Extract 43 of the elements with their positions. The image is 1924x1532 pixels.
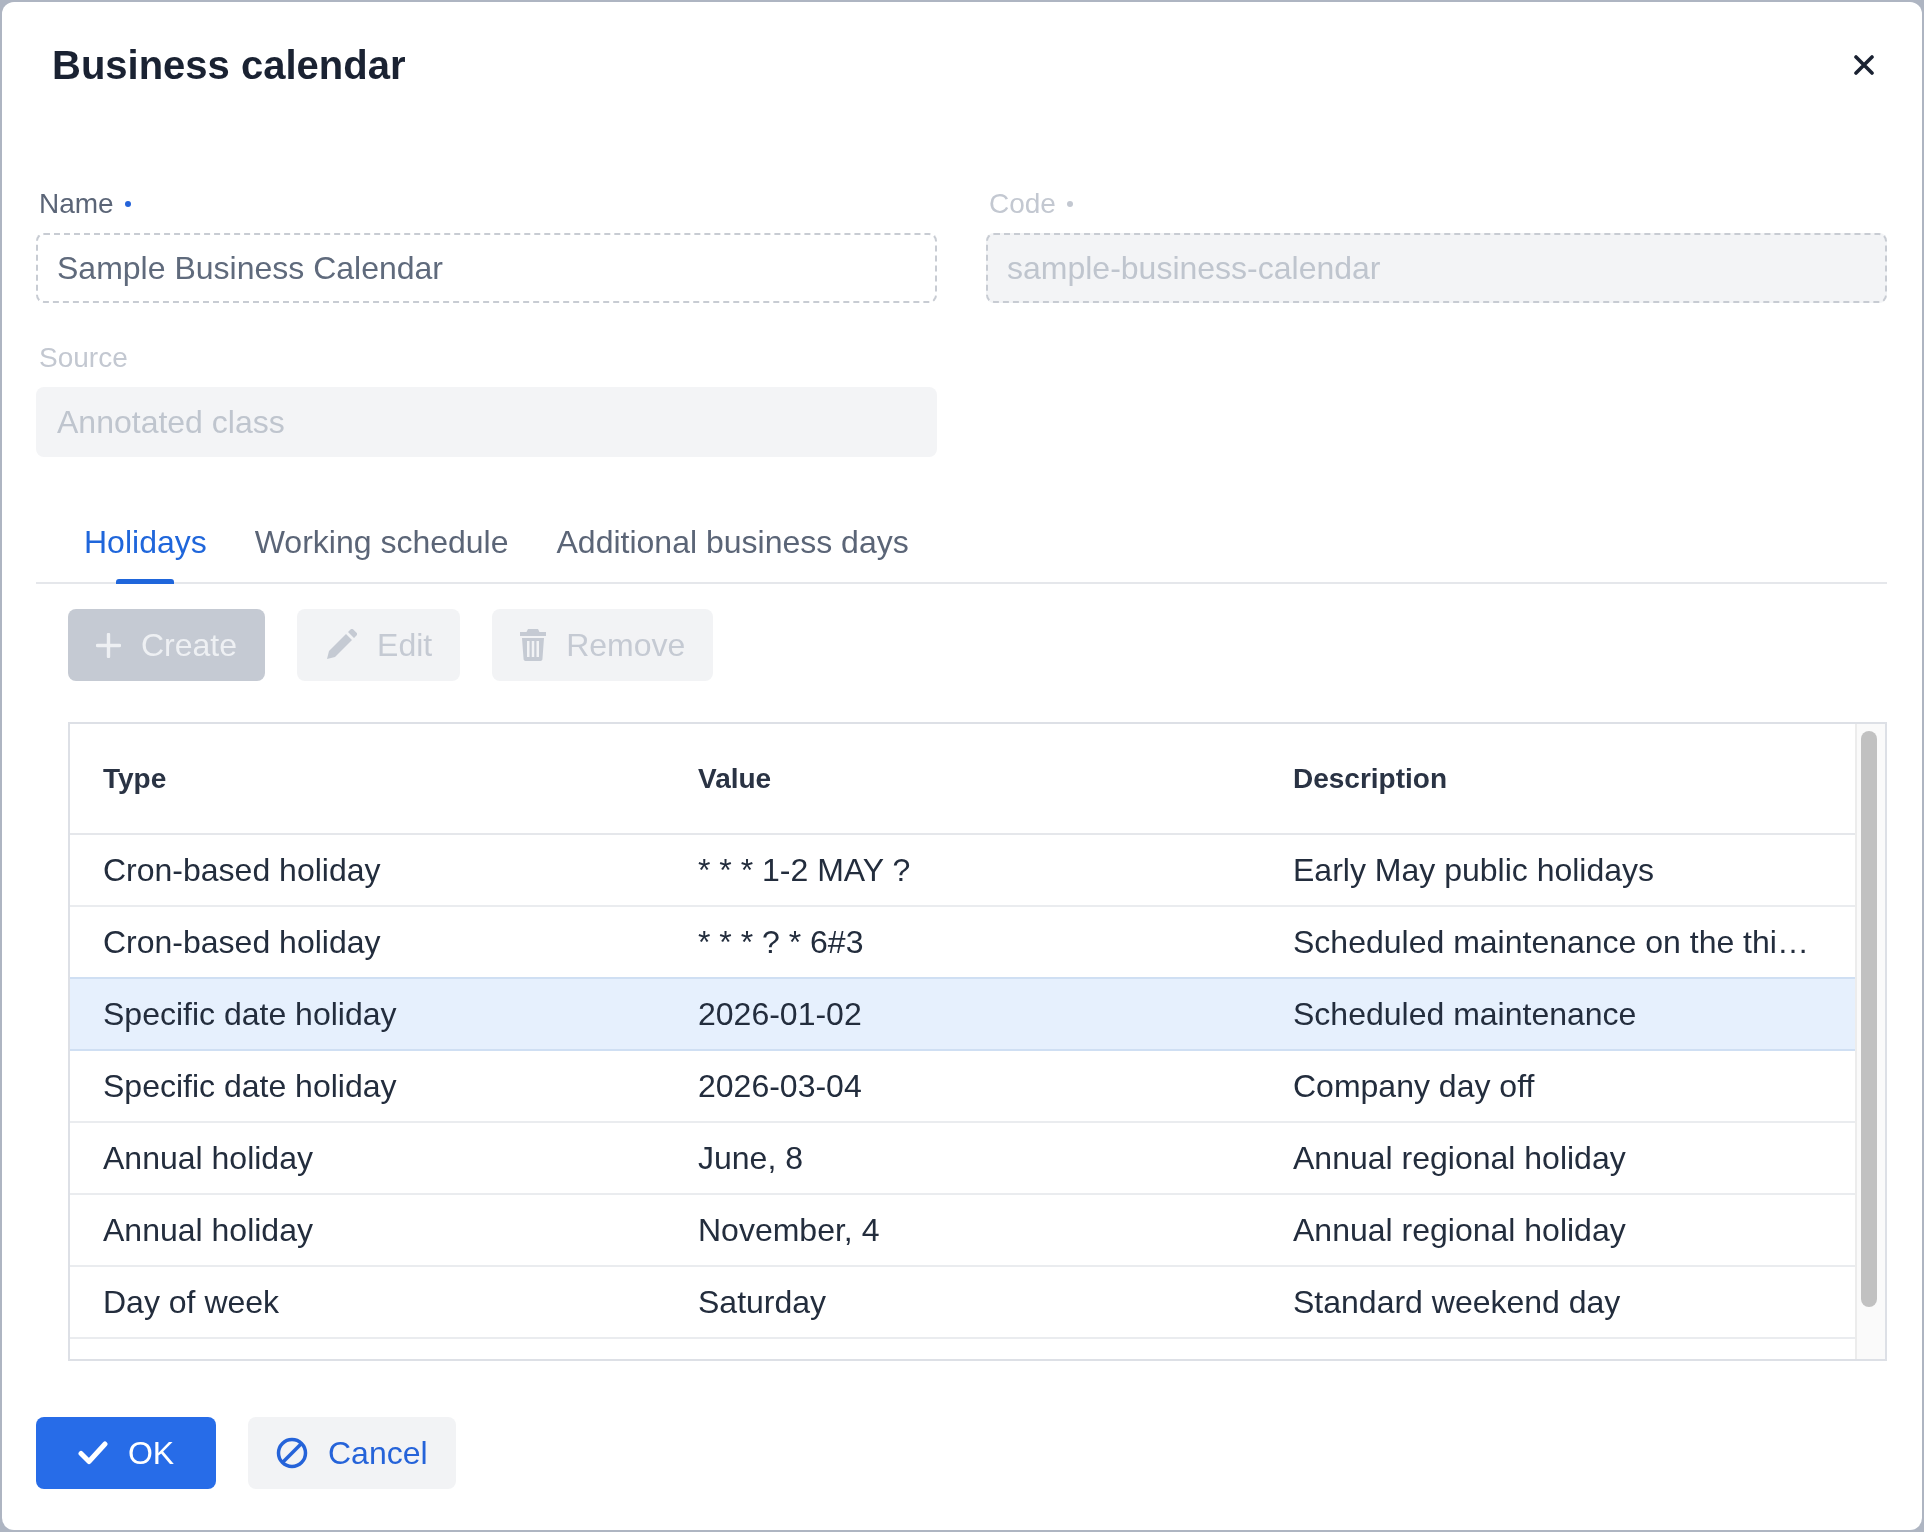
field-label: Code <box>989 187 1056 221</box>
table-cell-text: 2026-01-02 <box>697 995 863 1033</box>
column-header: Type <box>102 762 168 795</box>
tab[interactable]: Holidays <box>60 497 231 582</box>
column-header: Description <box>1292 762 1449 795</box>
table-row[interactable]: Specific date holiday 2026-01-02 Scheduled maintenance <box>70 979 1855 1051</box>
close-icon <box>1854 55 1874 75</box>
table-cell-text: Annual holiday <box>102 1139 314 1177</box>
table-cell-text: Standard weekend day <box>1292 1283 1622 1321</box>
tab[interactable]: Additional business days <box>532 497 933 582</box>
table-cell-text: Early May public holidays <box>1292 851 1656 889</box>
table-cell-text: Day of week <box>102 1283 281 1321</box>
column-header: Value <box>697 762 773 795</box>
field-label: Name <box>39 187 114 221</box>
table-cell-text: Scheduled maintenance <box>1292 995 1638 1033</box>
dialog-title: Business calendar <box>52 42 406 89</box>
table-cell-text: November, 4 <box>697 1211 881 1249</box>
field-label: Source <box>39 341 128 375</box>
pencil-icon <box>325 629 358 661</box>
table-cell-text: Saturday <box>697 1283 828 1321</box>
check-icon <box>77 1441 108 1465</box>
table-cell-text: Annual regional holiday <box>1292 1139 1627 1177</box>
text-field[interactable]: Sample Business Calendar <box>36 233 937 303</box>
table-cell-text: Cron-based holiday <box>102 923 382 961</box>
table-cell-text: Company day off <box>1292 1067 1536 1105</box>
table-cell-text: Annual holiday <box>102 1211 314 1249</box>
table-cell-text: * * * 1-2 MAY ? <box>697 851 912 889</box>
scrollbar-thumb[interactable] <box>1861 731 1877 1307</box>
tab[interactable]: Working schedule <box>230 497 533 582</box>
table-cell-text: * * * ? * 6#3 <box>697 923 865 961</box>
table-cell-text: Specific date holiday <box>102 995 398 1033</box>
table-cell-text: Scheduled maintenance on the thi… <box>1292 923 1810 961</box>
close-button[interactable] <box>1854 55 1874 75</box>
table-cell-text: 2026-03-04 <box>697 1067 863 1105</box>
table-cell-text: June, 8 <box>697 1139 804 1177</box>
table-cell-text: Cron-based holiday <box>102 851 382 889</box>
table-cell-text: Annual regional holiday <box>1292 1211 1627 1249</box>
table-cell-text: Specific date holiday <box>102 1067 398 1105</box>
trash-icon <box>520 629 547 661</box>
cancel-button[interactable]: Cancel <box>248 1417 456 1489</box>
ok-button[interactable]: OK <box>36 1417 216 1489</box>
plus-icon <box>96 632 121 658</box>
ban-icon <box>276 1437 308 1469</box>
